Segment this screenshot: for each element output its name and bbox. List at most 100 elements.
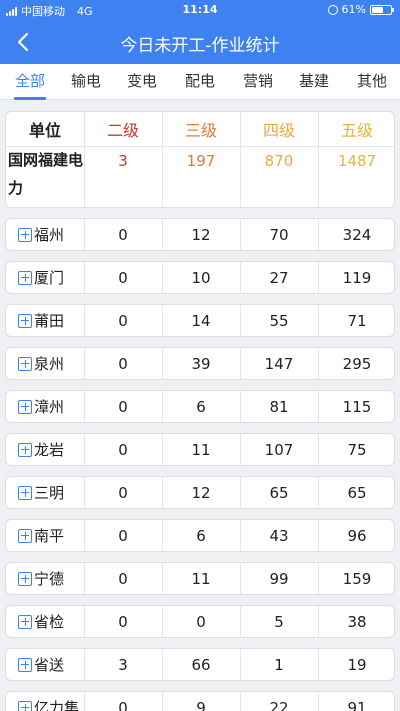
total-level4: 870 [264,152,294,170]
row-level2-value: 0 [118,268,128,287]
tab-marketing[interactable]: 营销 [242,64,274,100]
row-level4-value: 22 [269,698,289,711]
row-unit-cell[interactable]: 莆田 [6,305,84,336]
row-unit-cell[interactable]: 三明 [6,477,84,508]
row-level4-value: 43 [269,526,289,545]
battery-fill [372,6,383,13]
header-level5: 五级 [340,121,373,140]
tab-construction[interactable]: 基建 [298,64,330,100]
row-level3-value: 11 [191,440,211,459]
row-level2-value: 0 [118,526,128,545]
row-unit-label: 省检 [34,613,65,631]
row-unit-cell[interactable]: 龙岩 [6,434,84,465]
row-level5-value: 65 [347,483,367,502]
expand-plus-icon[interactable] [18,442,32,457]
row-unit-cell[interactable]: 省送 [6,649,84,680]
table-row[interactable]: 漳州 0 6 81 115 [5,390,395,423]
expand-plus-icon[interactable] [18,399,32,414]
expand-plus-icon[interactable] [18,313,32,328]
expand-plus-icon[interactable] [18,700,32,711]
status-bar: 中国移动 4G 11:14 61% [0,0,400,20]
row-unit-cell[interactable]: 宁德 [6,563,84,594]
row-level3-value: 12 [191,483,211,502]
row-level3-value: 0 [196,612,206,631]
row-level4-value: 70 [269,225,289,244]
row-unit-cell[interactable]: 厦门 [6,262,84,293]
row-unit-label: 泉州 [34,355,65,373]
row-level2-value: 0 [118,440,128,459]
expand-plus-icon[interactable] [18,270,32,285]
expand-plus-icon[interactable] [18,227,32,242]
expand-plus-icon[interactable] [18,657,32,672]
table-row[interactable]: 龙岩 0 11 107 75 [5,433,395,466]
summary-card: 单位 二级 三级 四级 五级 国网福建电力 3 197 870 1487 [5,111,395,208]
row-level2-value: 0 [118,354,128,373]
row-level5-value: 115 [342,397,372,416]
total-level5: 1487 [337,152,377,170]
row-unit-cell[interactable]: 省检 [6,606,84,637]
total-unit: 国网福建电力 [8,151,84,197]
table-row[interactable]: 厦门 0 10 27 119 [5,261,395,294]
table-row[interactable]: 莆田 0 14 55 71 [5,304,395,337]
row-level5-value: 119 [342,268,372,287]
tab-transmission[interactable]: 输电 [70,64,102,100]
row-level4-value: 27 [269,268,289,287]
tab-all[interactable]: 全部 [14,64,46,100]
row-level2-value: 3 [118,655,128,674]
row-unit-label: 福州 [34,226,65,244]
header-level2: 二级 [106,121,139,140]
row-level4-value: 147 [264,354,294,373]
header-level4: 四级 [262,121,295,140]
row-level5-value: 75 [347,440,367,459]
table-row[interactable]: 省检 0 0 5 38 [5,605,395,638]
row-unit-label: 省送 [34,656,65,674]
row-unit-cell[interactable]: 福州 [6,219,84,250]
row-level5-value: 38 [347,612,367,631]
row-level4-value: 65 [269,483,289,502]
total-level3: 197 [186,152,216,170]
row-level5-value: 159 [342,569,372,588]
row-level4-value: 1 [274,655,284,674]
row-unit-cell[interactable]: 泉州 [6,348,84,379]
row-level5-value: 295 [342,354,372,373]
expand-plus-icon[interactable] [18,485,32,500]
row-unit-label: 莆田 [34,312,65,330]
row-unit-cell[interactable]: 南平 [6,520,84,551]
row-level2-value: 0 [118,311,128,330]
row-level4-value: 107 [264,440,294,459]
table-row[interactable]: 省送 3 66 1 19 [5,648,395,681]
row-level3-value: 39 [191,354,211,373]
row-level3-value: 10 [191,268,211,287]
table-row[interactable]: 泉州 0 39 147 295 [5,347,395,380]
table-row[interactable]: 三明 0 12 65 65 [5,476,395,509]
tab-other[interactable]: 其他 [356,64,388,100]
row-level3-value: 12 [191,225,211,244]
table-row[interactable]: 南平 0 6 43 96 [5,519,395,552]
tab-distribution[interactable]: 配电 [184,64,216,100]
category-tabs: 全部 输电 变电 配电 营销 基建 其他 [0,64,400,100]
row-unit-cell[interactable]: 亿力集 [6,692,84,711]
row-unit-label: 厦门 [34,269,65,287]
table-row[interactable]: 亿力集 0 9 22 91 [5,691,395,711]
nav-bar: 今日未开工-作业统计 [0,20,400,64]
table-row[interactable]: 宁德 0 11 99 159 [5,562,395,595]
row-unit-label: 南平 [34,527,65,545]
row-level3-value: 9 [196,698,206,711]
page-title: 今日未开工-作业统计 [120,36,280,56]
row-level3-value: 11 [191,569,211,588]
row-level5-value: 96 [347,526,367,545]
table-row[interactable]: 福州 0 12 70 324 [5,218,395,251]
expand-plus-icon[interactable] [18,356,32,371]
row-unit-cell[interactable]: 漳州 [6,391,84,422]
row-level5-value: 19 [347,655,367,674]
expand-plus-icon[interactable] [18,571,32,586]
expand-plus-icon[interactable] [18,528,32,543]
total-level2: 3 [118,152,128,170]
row-level2-value: 0 [118,698,128,711]
row-level3-value: 14 [191,311,211,330]
row-level4-value: 5 [274,612,284,631]
row-level3-value: 66 [191,655,211,674]
row-level3-value: 6 [196,526,206,545]
tab-substation[interactable]: 变电 [126,64,158,100]
expand-plus-icon[interactable] [18,614,32,629]
